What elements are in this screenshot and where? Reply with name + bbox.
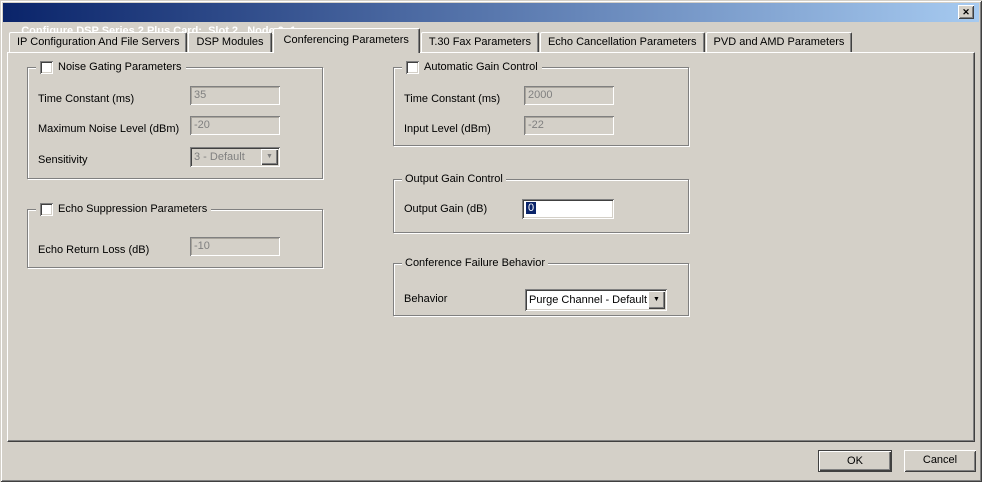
ok-button[interactable]: OK <box>818 450 892 472</box>
behavior-dropdown[interactable]: Purge Channel - Default ▼ <box>525 289 667 311</box>
group-noise-gating: Noise Gating Parameters Time Constant (m… <box>27 67 323 179</box>
max-noise-level-field: -20 <box>190 116 280 135</box>
tab-t30-fax[interactable]: T.30 Fax Parameters <box>421 32 539 52</box>
automatic-gain-checkbox[interactable] <box>406 61 419 74</box>
close-button[interactable]: ✕ <box>958 5 974 19</box>
cancel-button[interactable]: Cancel <box>904 450 976 472</box>
max-noise-level-label: Maximum Noise Level (dBm) <box>38 122 179 136</box>
group-automatic-gain-control: Automatic Gain Control Time Constant (ms… <box>393 67 689 146</box>
output-gain-label: Output Gain (dB) <box>404 202 487 216</box>
dialog-window: Configure DSP Series 2 Plus Card: Slot 2… <box>0 0 982 482</box>
field-value: -10 <box>194 240 210 252</box>
echo-return-loss-label: Echo Return Loss (dB) <box>38 243 149 257</box>
tab-label: DSP Modules <box>196 36 263 48</box>
time-constant-field: 35 <box>190 86 280 105</box>
field-value: -20 <box>194 119 210 131</box>
group-echo-suppression: Echo Suppression Parameters Echo Return … <box>27 209 323 268</box>
group-title: Output Gain Control <box>402 172 506 186</box>
group-title: Echo Suppression Parameters <box>58 203 207 215</box>
tab-conferencing-parameters[interactable]: Conferencing Parameters <box>273 28 420 53</box>
behavior-label: Behavior <box>404 292 447 306</box>
tab-ip-configuration[interactable]: IP Configuration And File Servers <box>9 32 187 52</box>
dropdown-value: Purge Channel - Default <box>529 294 647 306</box>
tab-label: PVD and AMD Parameters <box>714 36 845 48</box>
automatic-gain-header: Automatic Gain Control <box>402 59 542 75</box>
time-constant-label: Time Constant (ms) <box>38 92 134 106</box>
input-level-field: -22 <box>524 116 614 135</box>
tab-echo-cancellation[interactable]: Echo Cancellation Parameters <box>540 32 705 52</box>
input-level-label: Input Level (dBm) <box>404 122 491 136</box>
output-gain-field[interactable]: 0 <box>522 199 614 219</box>
chevron-down-icon: ▼ <box>653 291 660 309</box>
tab-label: Conferencing Parameters <box>284 34 409 46</box>
tab-panel: Noise Gating Parameters Time Constant (m… <box>7 52 975 442</box>
noise-gating-header: Noise Gating Parameters <box>36 59 186 75</box>
field-value: 35 <box>194 89 206 101</box>
tab-dsp-modules[interactable]: DSP Modules <box>188 32 271 52</box>
sensitivity-dropdown: 3 - Default ▼ <box>190 147 280 167</box>
dropdown-value: 3 - Default <box>194 151 245 163</box>
tab-label: IP Configuration And File Servers <box>17 36 179 48</box>
tab-bar: IP Configuration And File Servers DSP Mo… <box>9 28 853 52</box>
button-label: OK <box>847 455 863 467</box>
echo-suppression-checkbox[interactable] <box>40 203 53 216</box>
field-value: 2000 <box>528 89 552 101</box>
field-value: -22 <box>528 119 544 131</box>
sensitivity-label: Sensitivity <box>38 153 88 167</box>
tab-label: T.30 Fax Parameters <box>429 36 531 48</box>
group-conference-failure-behavior: Conference Failure Behavior Behavior Pur… <box>393 263 689 316</box>
close-icon: ✕ <box>962 3 970 22</box>
group-output-gain-control: Output Gain Control Output Gain (dB) 0 <box>393 179 689 233</box>
tab-pvd-amd[interactable]: PVD and AMD Parameters <box>706 32 853 52</box>
tab-label: Echo Cancellation Parameters <box>548 36 697 48</box>
dropdown-arrow-button[interactable]: ▼ <box>648 291 665 309</box>
noise-gating-checkbox[interactable] <box>40 61 53 74</box>
dropdown-arrow-button: ▼ <box>261 149 278 165</box>
chevron-down-icon: ▼ <box>266 149 273 165</box>
echo-return-loss-field: -10 <box>190 237 280 256</box>
group-title: Automatic Gain Control <box>424 61 538 73</box>
group-title: Noise Gating Parameters <box>58 61 182 73</box>
group-title: Conference Failure Behavior <box>402 256 548 270</box>
button-label: Cancel <box>923 454 957 466</box>
agc-time-constant-label: Time Constant (ms) <box>404 92 500 106</box>
title-bar: Configure DSP Series 2 Plus Card: Slot 2… <box>3 3 979 22</box>
echo-suppression-header: Echo Suppression Parameters <box>36 201 211 217</box>
selected-text: 0 <box>526 202 536 214</box>
agc-time-constant-field: 2000 <box>524 86 614 105</box>
